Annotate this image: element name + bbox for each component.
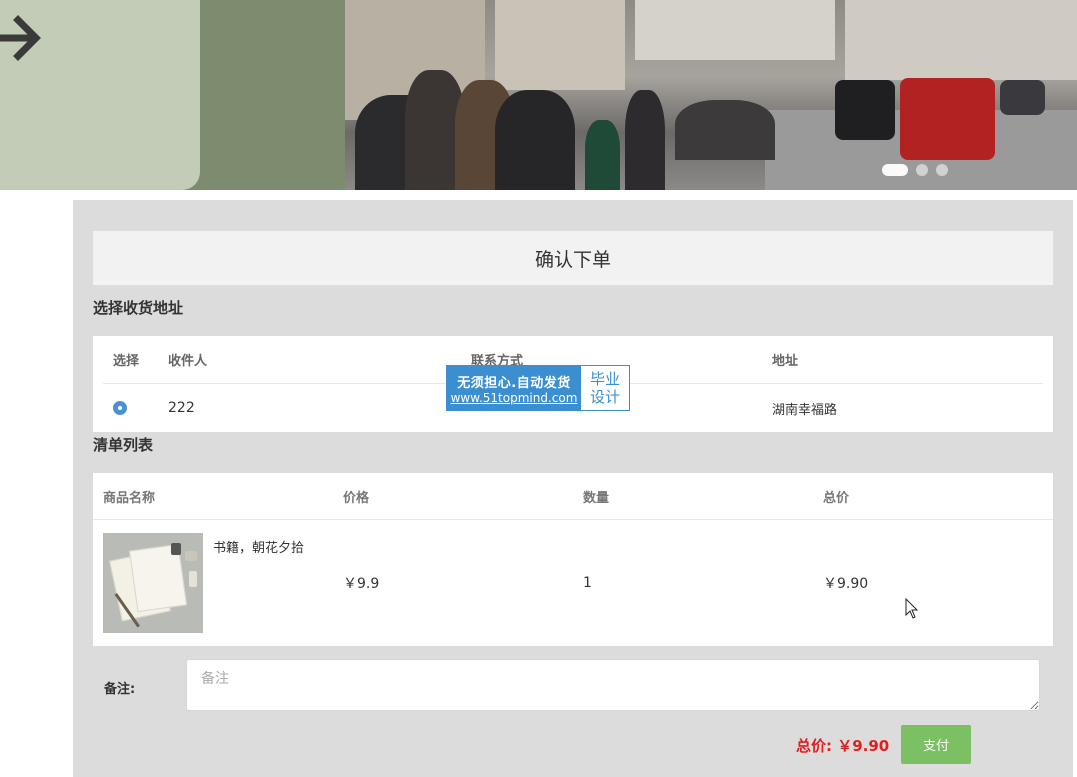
banner-photo [345,0,1077,190]
column-header-price: 价格 [343,490,370,506]
total-cell: ￥9.90 [823,576,869,592]
price-cell: ￥9.9 [343,576,380,592]
carousel-indicators [882,164,948,176]
address-radio[interactable] [113,401,127,415]
quantity-cell: 1 [583,575,592,591]
order-panel: 确认下单 选择收货地址 选择 收件人 联系方式 地址 222 湖南幸福路 清单列… [73,200,1073,777]
arrow-right-icon [0,15,41,61]
carousel-dot[interactable] [916,164,928,176]
carousel-dot[interactable] [936,164,948,176]
watermark-url: www.51topmind.com [450,390,578,405]
remark-textarea[interactable] [186,659,1040,711]
mouse-cursor-icon [905,598,919,619]
watermark-tag-top: 毕业 [589,370,620,388]
carousel-dot[interactable] [882,164,908,176]
product-name: 书籍，朝花夕拾 [213,541,305,556]
watermark-tag-bottom: 设计 [589,388,620,406]
column-header-name: 商品名称 [103,490,156,506]
address-section-title: 选择收货地址 [93,299,184,317]
remark-label: 备注: [104,682,136,697]
goods-section-title: 清单列表 [93,436,154,454]
recipient-cell: 222 [168,400,195,416]
page-title: 确认下单 [93,231,1053,285]
column-header-quantity: 数量 [583,490,610,506]
watermark-slogan: 无须担心.自动发货 [457,375,571,391]
column-header-recipient: 收件人 [168,354,208,369]
banner-carousel[interactable] [0,0,1077,190]
column-header-total: 总价 [823,490,850,506]
table-row: 书籍，朝花夕拾 ￥9.9 1 ￥9.90 [93,520,1053,646]
address-cell: 湖南幸福路 [772,402,838,418]
product-image[interactable] [103,533,203,633]
goods-table-header: 商品名称 价格 数量 总价 [93,473,1053,520]
order-total: 总价: ￥9.90 [796,737,890,755]
watermark: 无须担心.自动发货 www.51topmind.com 毕业 设计 [446,365,630,411]
pay-button[interactable]: 支付 [901,725,971,764]
banner-slide-previous [0,0,345,190]
column-header-select: 选择 [113,354,140,369]
column-header-address: 地址 [772,354,799,369]
goods-table: 商品名称 价格 数量 总价 书籍，朝花夕拾 ￥9.9 1 ￥9.90 [93,473,1053,646]
